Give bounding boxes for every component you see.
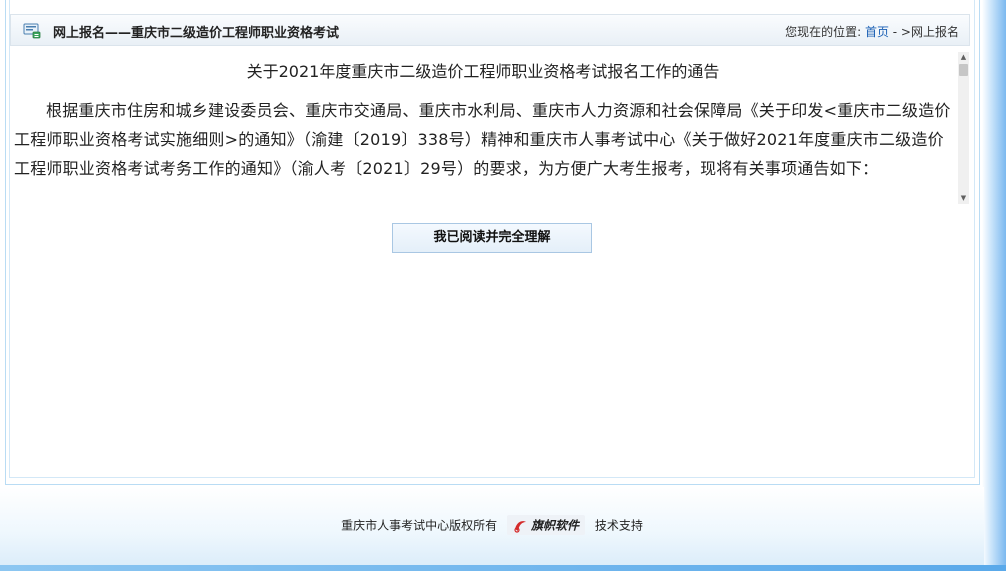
notice-body: 根据重庆市住房和城乡建设委员会、重庆市交通局、重庆市水利局、重庆市人力资源和社会…	[14, 101, 951, 178]
confirm-read-button[interactable]: 我已阅读并完全理解	[392, 223, 592, 253]
footer-bottom-line	[0, 565, 1006, 571]
footer-content: 重庆市人事考试中心版权所有 旗帜软件 技术支持	[0, 515, 984, 535]
vendor-logo[interactable]: 旗帜软件	[506, 515, 585, 535]
notice-scrollbar[interactable]: ▲ ▼	[958, 52, 969, 204]
notice-scroll-area[interactable]: 关于2021年度重庆市二级造价工程师职业资格考试报名工作的通告 根据重庆市住房和…	[10, 52, 970, 204]
scroll-down-arrow-icon[interactable]: ▼	[958, 193, 969, 204]
monitor-list-icon	[23, 23, 41, 39]
page-title: 网上报名——重庆市二级造价工程师职业资格考试	[53, 26, 340, 41]
red-swoosh-icon	[514, 520, 526, 533]
footer: 重庆市人事考试中心版权所有 旗帜软件 技术支持	[0, 487, 984, 565]
scroll-up-arrow-icon[interactable]: ▲	[958, 52, 969, 63]
location-label: 您现在的位置:	[785, 25, 862, 39]
breadcrumb-separator: - >	[888, 25, 911, 39]
header-bar: 网上报名——重庆市二级造价工程师职业资格考试 您现在的位置: 首页 - >网上报…	[10, 14, 970, 46]
footer-support: 技术支持	[594, 518, 643, 533]
footer-copyright: 重庆市人事考试中心版权所有	[341, 518, 498, 533]
page: 网上报名——重庆市二级造价工程师职业资格考试 您现在的位置: 首页 - >网上报…	[0, 0, 1006, 571]
vendor-logo-text: 旗帜软件	[530, 518, 579, 533]
notice-title: 关于2021年度重庆市二级造价工程师职业资格考试报名工作的通告	[246, 62, 720, 81]
scroll-thumb[interactable]	[959, 64, 968, 76]
breadcrumb-current: 网上报名	[910, 25, 959, 39]
right-edge-gradient	[982, 0, 1006, 571]
breadcrumb: 您现在的位置: 首页 - >网上报名	[785, 23, 959, 40]
breadcrumb-home-link[interactable]: 首页	[865, 25, 889, 39]
